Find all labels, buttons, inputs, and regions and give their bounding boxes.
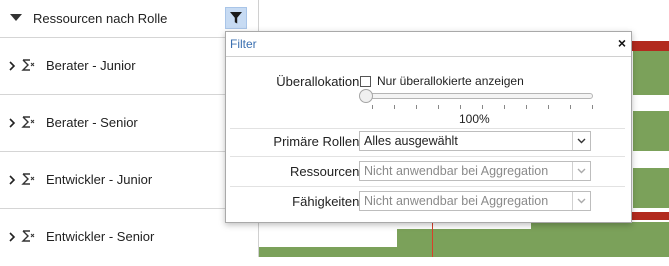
chevron-right-icon[interactable]	[8, 118, 16, 131]
panel-header: Ressourcen nach Rolle	[0, 0, 258, 38]
row-label: Entwickler - Junior	[46, 172, 153, 187]
filter-button[interactable]	[225, 7, 247, 29]
triangle-down-icon[interactable]	[10, 14, 22, 21]
chevron-right-icon[interactable]	[8, 232, 16, 245]
overallocated-only-checkbox[interactable]	[360, 76, 371, 87]
chevron-down-icon	[572, 192, 590, 210]
slider-value: 100%	[459, 112, 490, 126]
resources-select-value: Nicht anwendbar bei Aggregation	[364, 164, 549, 178]
chevron-down-icon[interactable]	[572, 132, 590, 150]
resources-select: Nicht anwendbar bei Aggregation	[359, 161, 591, 181]
resources-label: Ressourcen:	[290, 164, 363, 179]
tree-row[interactable]: Entwickler - Junior	[0, 152, 258, 209]
popup-title: Filter	[230, 37, 257, 51]
skills-select-value: Nicht anwendbar bei Aggregation	[364, 194, 549, 208]
capacity-bar	[633, 111, 669, 151]
divider	[230, 128, 625, 129]
popup-titlebar: Filter ×	[226, 32, 631, 57]
slider-tick	[504, 105, 505, 109]
sigma-icon	[21, 58, 37, 74]
slider-tick	[372, 105, 373, 109]
overallocation-slider-track[interactable]	[366, 93, 593, 99]
row-label: Berater - Senior	[46, 115, 138, 130]
resource-tree-panel: Ressourcen nach Rolle Berater - Junior B…	[0, 0, 259, 257]
chevron-down-icon	[572, 162, 590, 180]
tree-row[interactable]: Entwickler - Senior	[0, 209, 258, 266]
slider-tick	[570, 105, 571, 109]
capacity-bar	[633, 51, 669, 95]
tree-row[interactable]: Berater - Junior	[0, 38, 258, 95]
filter-popup: Filter × Überallokation: Nur überallokie…	[225, 31, 632, 223]
overallocation-label: Überallokation:	[276, 74, 363, 89]
skills-select: Nicht anwendbar bei Aggregation	[359, 191, 591, 211]
row-label: Berater - Junior	[46, 58, 136, 73]
capacity-bar	[633, 168, 669, 208]
slider-tick	[416, 105, 417, 109]
divider	[230, 156, 625, 157]
overallocation-bar	[631, 212, 669, 220]
overallocated-only-label[interactable]: Nur überallokierte anzeigen	[377, 74, 524, 88]
today-line	[432, 222, 433, 257]
capacity-bar	[531, 222, 669, 257]
divider	[230, 186, 625, 187]
slider-tick	[548, 105, 549, 109]
skills-label: Fähigkeiten:	[292, 194, 363, 209]
sigma-icon	[21, 115, 37, 131]
roles-select-value: Alles ausgewählt	[364, 134, 458, 148]
overallocation-bar	[631, 41, 669, 51]
panel-title: Ressourcen nach Rolle	[33, 11, 168, 26]
slider-tick	[592, 105, 593, 109]
slider-tick	[394, 105, 395, 109]
capacity-bar	[397, 229, 531, 257]
chevron-right-icon[interactable]	[8, 175, 16, 188]
slider-tick	[460, 105, 461, 109]
overallocation-slider-thumb[interactable]	[359, 89, 373, 103]
chevron-right-icon[interactable]	[8, 61, 16, 74]
capacity-bar	[259, 247, 397, 257]
funnel-icon	[230, 12, 242, 24]
slider-tick	[526, 105, 527, 109]
close-icon[interactable]: ×	[618, 35, 626, 51]
sigma-icon	[21, 172, 37, 188]
sigma-icon	[21, 229, 37, 245]
roles-select[interactable]: Alles ausgewählt	[359, 131, 591, 151]
tree-row[interactable]: Berater - Senior	[0, 95, 258, 152]
row-label: Entwickler - Senior	[46, 229, 155, 244]
slider-tick	[438, 105, 439, 109]
slider-tick	[482, 105, 483, 109]
roles-label: Primäre Rollen:	[273, 134, 363, 149]
